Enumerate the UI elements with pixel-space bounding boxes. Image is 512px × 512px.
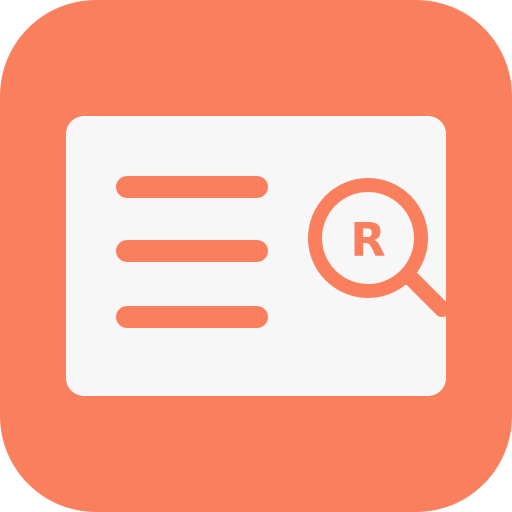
registered-mark-icon: R — [350, 213, 385, 267]
app-icon[interactable]: R — [0, 0, 512, 512]
magnifier-handle — [404, 271, 450, 317]
text-line-1 — [116, 176, 268, 198]
text-line-2 — [116, 240, 268, 262]
text-line-3 — [116, 306, 268, 328]
magnifier-icon: R — [308, 178, 450, 317]
